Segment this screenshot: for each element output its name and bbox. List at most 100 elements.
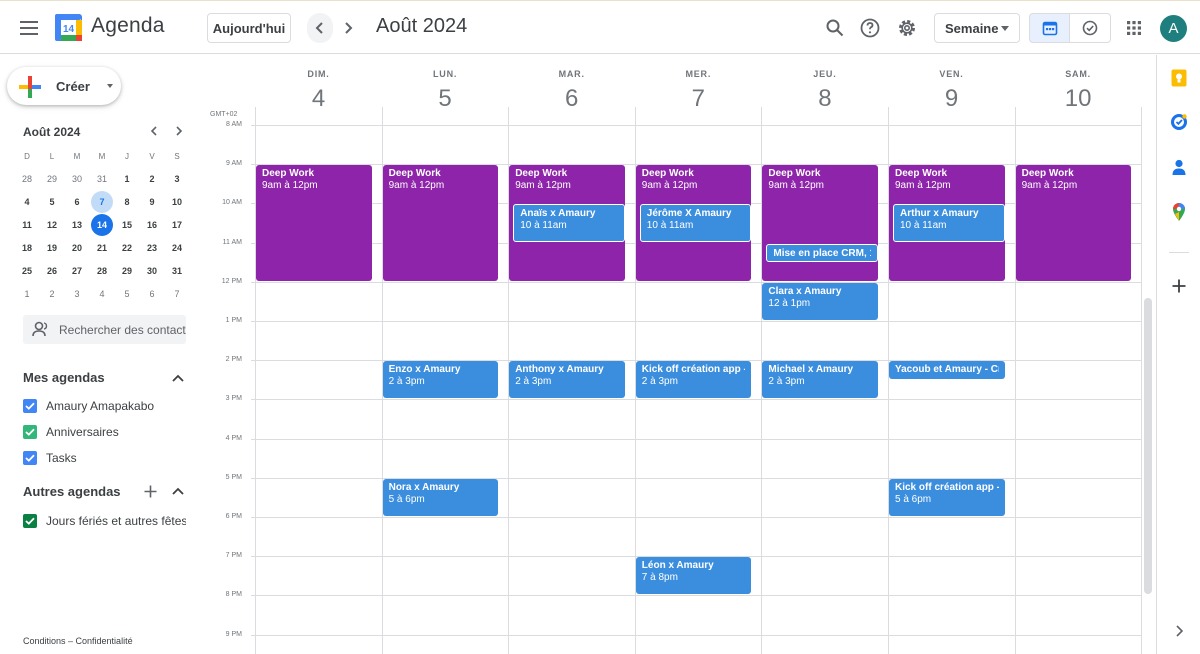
maps-button[interactable] <box>1168 201 1190 223</box>
mini-calendar-prev-button[interactable] <box>145 122 163 140</box>
mini-calendar-day[interactable]: 3 <box>166 168 188 190</box>
calendar-event[interactable]: Arthur x Amaury 10 à 11am <box>893 204 1005 242</box>
mini-calendar-day[interactable]: 1 <box>116 168 138 190</box>
mini-calendar-day[interactable]: 23 <box>141 237 163 259</box>
calendar-list-item[interactable]: Jours fériés et autres fêtes <box>23 512 186 530</box>
mini-calendar-day[interactable]: 1 <box>16 283 38 305</box>
calendar-view-toggle[interactable] <box>1029 13 1070 43</box>
mini-calendar-day[interactable]: 10 <box>166 191 188 213</box>
day-column-header[interactable]: MER. 7 <box>635 55 762 123</box>
day-column-header[interactable]: MAR. 6 <box>508 55 635 123</box>
checkbox-checked-icon[interactable] <box>23 399 37 413</box>
create-button[interactable]: Créer <box>7 67 121 105</box>
mini-calendar-day[interactable]: 5 <box>41 191 63 213</box>
mini-calendar-day[interactable]: 2 <box>141 168 163 190</box>
calendar-event[interactable]: Nora x Amaury 5 à 6pm <box>382 478 499 516</box>
mini-calendar-day[interactable]: 6 <box>141 283 163 305</box>
mini-calendar-day[interactable]: 9 <box>141 191 163 213</box>
mini-calendar-day[interactable]: 27 <box>66 260 88 282</box>
mini-calendar-day[interactable]: 30 <box>141 260 163 282</box>
keep-button[interactable] <box>1168 67 1190 89</box>
next-period-button[interactable] <box>335 13 361 43</box>
checkbox-checked-icon[interactable] <box>23 514 37 528</box>
calendar-event[interactable]: Deep Work 9am à 12pm <box>256 165 372 281</box>
calendar-event[interactable]: Anthony x Amaury 2 à 3pm <box>509 361 625 399</box>
mini-calendar-day[interactable]: 4 <box>16 191 38 213</box>
other-calendars-collapse-button[interactable] <box>169 482 187 500</box>
checkbox-checked-icon[interactable] <box>23 451 37 465</box>
day-number[interactable]: 7 <box>635 85 762 113</box>
calendar-event[interactable]: Enzo x Amaury 2 à 3pm <box>382 361 499 399</box>
day-column-header[interactable]: JEU. 8 <box>761 55 888 123</box>
mini-calendar-day[interactable]: 3 <box>66 283 88 305</box>
mini-calendar-day[interactable]: 28 <box>16 168 38 190</box>
mini-calendar-day[interactable]: 7 <box>166 283 188 305</box>
mini-calendar-day[interactable]: 8 <box>116 191 138 213</box>
view-selector[interactable]: Semaine <box>934 13 1020 43</box>
calendar-event[interactable]: Yacoub et Amaury - Création <box>889 361 1005 380</box>
mini-calendar-day[interactable]: 19 <box>41 237 63 259</box>
expand-side-panel-button[interactable] <box>1168 620 1190 642</box>
mini-calendar-day[interactable]: 16 <box>141 214 163 236</box>
search-button[interactable] <box>817 10 853 46</box>
calendar-event[interactable]: Michael x Amaury 2 à 3pm <box>762 361 878 399</box>
mini-calendar-day[interactable]: 24 <box>166 237 188 259</box>
my-calendars-collapse-button[interactable] <box>169 369 187 387</box>
mini-calendar-day[interactable]: 11 <box>16 214 38 236</box>
checkbox-checked-icon[interactable] <box>23 425 37 439</box>
tasks-view-toggle[interactable] <box>1070 13 1111 43</box>
day-number[interactable]: 5 <box>382 85 509 113</box>
mini-calendar-day[interactable]: 21 <box>91 237 113 259</box>
mini-calendar-day[interactable]: 13 <box>66 214 88 236</box>
mini-calendar-day[interactable]: 22 <box>116 237 138 259</box>
tasks-button[interactable] <box>1168 111 1190 133</box>
calendar-event[interactable]: Anaïs x Amaury 10 à 11am <box>513 204 625 242</box>
help-button[interactable] <box>852 10 888 46</box>
mini-calendar-day[interactable]: 5 <box>116 283 138 305</box>
google-apps-button[interactable] <box>1116 10 1152 46</box>
mini-calendar-day[interactable]: 2 <box>41 283 63 305</box>
mini-calendar-day[interactable]: 31 <box>166 260 188 282</box>
mini-calendar-day[interactable]: 31 <box>91 168 113 190</box>
day-column-header[interactable]: VEN. 9 <box>888 55 1015 123</box>
mini-calendar-day[interactable]: 28 <box>91 260 113 282</box>
day-number[interactable]: 4 <box>255 85 382 113</box>
day-column-header[interactable]: LUN. 5 <box>382 55 509 123</box>
mini-calendar-day[interactable]: 30 <box>66 168 88 190</box>
day-column-header[interactable]: DIM. 4 <box>255 55 382 123</box>
calendar-list-item[interactable]: Anniversaires <box>23 423 119 441</box>
mini-calendar-day[interactable]: 14 <box>91 214 113 236</box>
calendar-event[interactable]: Deep Work 9am à 12pm <box>762 165 878 281</box>
calendar-event[interactable]: Jérôme X Amaury 10 à 11am <box>639 204 752 242</box>
contacts-button[interactable] <box>1168 156 1190 178</box>
people-search-field[interactable]: Rechercher des contacts <box>23 315 186 344</box>
calendar-event[interactable]: Léon x Amaury 7 à 8pm <box>635 557 752 595</box>
day-number[interactable]: 9 <box>888 85 1015 113</box>
calendar-event[interactable]: Deep Work 9am à 12pm <box>382 165 499 281</box>
mini-calendar-day[interactable]: 25 <box>16 260 38 282</box>
footer-links[interactable]: Conditions – Confidentialité <box>23 636 133 646</box>
calendar-event[interactable]: Mise en place CRM, 11am <box>766 243 878 262</box>
mini-calendar-day[interactable]: 29 <box>116 260 138 282</box>
calendar-event[interactable]: Clara x Amaury 12 à 1pm <box>762 282 878 320</box>
today-button[interactable]: Aujourd'hui <box>207 13 291 43</box>
calendar-list-item[interactable]: Tasks <box>23 449 77 467</box>
calendar-event[interactable]: Kick off création app - Enzo2 à 3pm <box>635 361 752 399</box>
mini-calendar-day[interactable]: 17 <box>166 214 188 236</box>
account-avatar[interactable]: A <box>1160 15 1187 42</box>
previous-period-button[interactable] <box>307 13 333 43</box>
calendar-list-item[interactable]: Amaury Amapakabo <box>23 397 154 415</box>
mini-calendar-day[interactable]: 18 <box>16 237 38 259</box>
mini-calendar-day[interactable]: 6 <box>66 191 88 213</box>
calendar-event[interactable]: Kick off création app - Nora5 à 6pm <box>889 478 1005 516</box>
mini-calendar-day[interactable]: 15 <box>116 214 138 236</box>
settings-button[interactable] <box>889 10 925 46</box>
calendar-event[interactable]: Deep Work 9am à 12pm <box>1015 165 1132 281</box>
main-menu-button[interactable] <box>11 10 47 46</box>
mini-calendar-day[interactable]: 20 <box>66 237 88 259</box>
grid-scrollbar-thumb[interactable] <box>1144 298 1152 594</box>
mini-calendar-next-button[interactable] <box>170 122 188 140</box>
day-column-header[interactable]: SAM. 10 <box>1015 55 1142 123</box>
add-other-calendar-button[interactable] <box>141 482 159 500</box>
add-addon-button[interactable] <box>1168 275 1190 297</box>
